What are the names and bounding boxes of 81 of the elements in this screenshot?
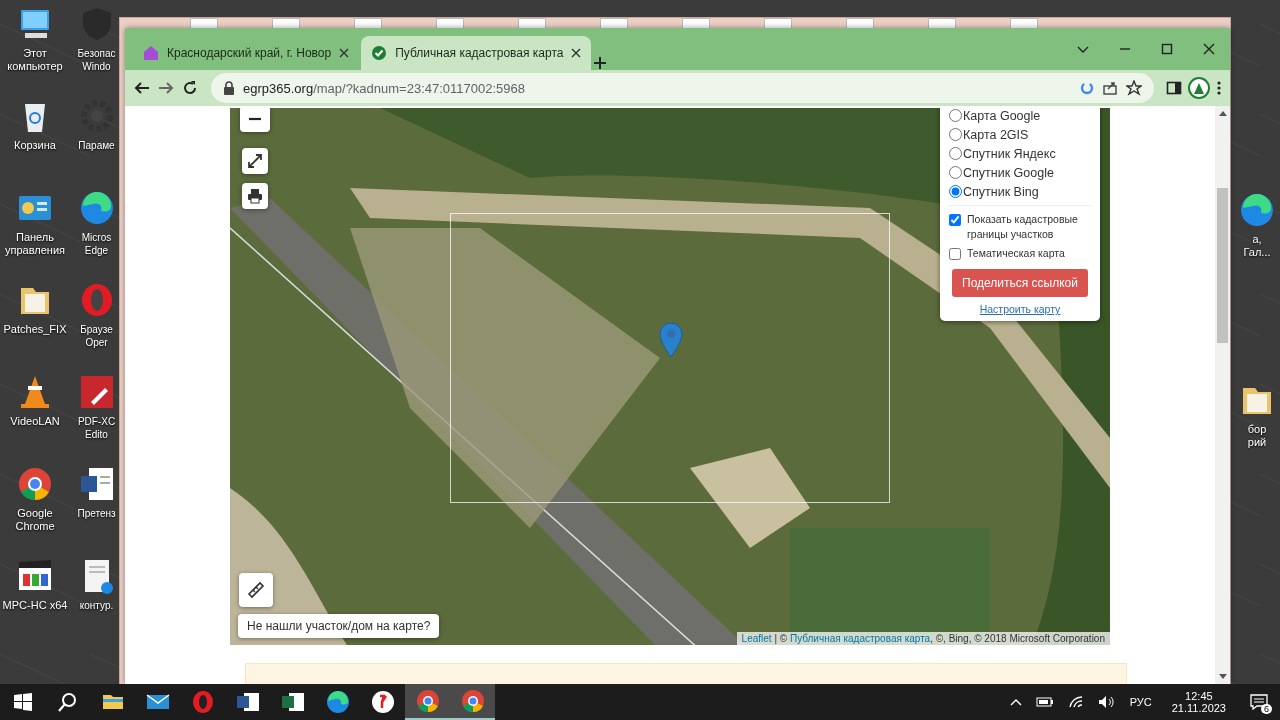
volume-icon[interactable]: [1097, 695, 1116, 709]
layer-option: Спутник Google: [963, 165, 1054, 180]
leaflet-link[interactable]: Leaflet: [741, 633, 772, 645]
print-icon: [247, 188, 263, 204]
clock[interactable]: 12:45 21.11.2023: [1165, 689, 1232, 715]
radio-button[interactable]: [949, 109, 962, 122]
url-text: egrp365.org/map/?kadnum=23:47:0117002:5968: [243, 80, 526, 96]
desktop-shortcut[interactable]: Панель управления: [0, 188, 70, 257]
notification-count: 6: [1261, 704, 1272, 714]
fullscreen-icon: [247, 153, 263, 169]
chrome-icon: [459, 688, 486, 714]
browser-tab[interactable]: Публичная кадастровая карта: [361, 36, 592, 70]
radio-button[interactable]: [949, 166, 962, 179]
layer-option: Карта 2GIS: [963, 127, 1029, 142]
language-indicator[interactable]: РУС: [1129, 696, 1152, 708]
desktop-shortcut[interactable]: Параме: [75, 96, 118, 152]
ruler-icon: [247, 581, 265, 599]
scrollbar-thumb[interactable]: [1217, 187, 1228, 343]
checkbox-label: Тематическая карта: [967, 246, 1065, 261]
house-icon: [143, 45, 159, 61]
star-icon[interactable]: [1126, 80, 1142, 96]
desktop-shortcut[interactable]: бор рий: [1234, 380, 1280, 449]
reload-icon[interactable]: [181, 79, 199, 97]
checkbox-label: Показать кадастровые границы участков: [967, 212, 1079, 242]
desktop-shortcut[interactable]: Patches_FIX: [0, 280, 70, 336]
radio-button[interactable]: [949, 185, 962, 198]
radio-button[interactable]: [949, 147, 962, 160]
edge-icon: [324, 689, 351, 715]
more-menu-icon[interactable]: [1216, 80, 1222, 96]
check-circle-icon: [371, 45, 388, 61]
layer-option: Карта Google: [963, 108, 1041, 123]
yandex-icon: [369, 689, 396, 715]
desktop-shortcut[interactable]: Корзина: [0, 96, 70, 152]
search-icon: [57, 692, 78, 712]
plus-icon[interactable]: [593, 56, 608, 70]
chevron-up-icon[interactable]: [1009, 698, 1022, 706]
chrome-icon: [414, 688, 441, 714]
desktop-shortcut[interactable]: Micros Edge: [75, 188, 118, 257]
desktop-shortcut[interactable]: Google Chrome: [0, 464, 70, 533]
settings-link[interactable]: Настроить карту: [949, 303, 1091, 315]
time-text: 12:45: [1185, 690, 1213, 702]
windows-logo-icon: [13, 693, 32, 711]
maximize-icon[interactable]: [1161, 43, 1173, 55]
notification-icon: [1250, 694, 1268, 710]
desktop-shortcut[interactable]: Претенз: [75, 464, 118, 520]
battery-icon[interactable]: [1035, 697, 1054, 707]
print-button[interactable]: [242, 183, 268, 209]
layer-option: Спутник Яндекс: [963, 146, 1056, 161]
zoom-out-button[interactable]: [240, 108, 270, 132]
desktop-shortcut[interactable]: VideoLAN: [0, 372, 70, 428]
wifi-icon[interactable]: [1067, 695, 1084, 709]
desktop-shortcut[interactable]: Браузе Oper: [75, 280, 118, 349]
share-icon[interactable]: [1102, 80, 1118, 96]
layer-option: Спутник Bing: [963, 184, 1039, 199]
desktop-shortcut[interactable]: контур.: [75, 556, 118, 612]
checkbox[interactable]: [949, 214, 961, 226]
desktop-shortcut[interactable]: Безопас Windo: [75, 4, 118, 73]
browser-tab[interactable]: Краснодарский край, г. Новор: [133, 36, 360, 70]
close-icon[interactable]: [571, 48, 582, 58]
not-found-button[interactable]: Не нашли участок/дом на карте?: [238, 614, 440, 638]
share-link-button[interactable]: Поделиться ссылкой: [952, 269, 1088, 297]
attribution-text: Leaflet | © Публичная кадастровая карта, ©, Bing, © 2018 Microsoft Corporation: [736, 632, 1110, 646]
close-icon[interactable]: [339, 48, 350, 58]
lock-icon: [223, 81, 235, 95]
scroll-down-icon: [1218, 674, 1227, 680]
desktop-shortcut[interactable]: MPC-HC x64: [0, 556, 70, 612]
map-marker-icon[interactable]: [659, 322, 683, 358]
address-bar[interactable]: egrp365.org/map/?kadnum=23:47:0117002:5968: [211, 73, 1154, 103]
ruler-button[interactable]: [239, 573, 273, 607]
checkbox[interactable]: [949, 248, 961, 260]
scrollbar[interactable]: [1215, 106, 1230, 684]
desktop-shortcut[interactable]: Этот компьютер: [0, 4, 70, 73]
desktop-shortcut[interactable]: а, Гал...: [1234, 190, 1280, 259]
fullscreen-button[interactable]: [242, 148, 268, 174]
profile-avatar-icon[interactable]: [1188, 77, 1210, 99]
scroll-up-icon: [1218, 110, 1227, 116]
date-text: 21.11.2023: [1171, 702, 1226, 714]
side-panel-icon[interactable]: [1166, 80, 1182, 96]
desktop-shortcut[interactable]: PDF-XC Edito: [75, 372, 118, 441]
radio-button[interactable]: [949, 128, 962, 141]
close-icon[interactable]: [1203, 43, 1215, 55]
